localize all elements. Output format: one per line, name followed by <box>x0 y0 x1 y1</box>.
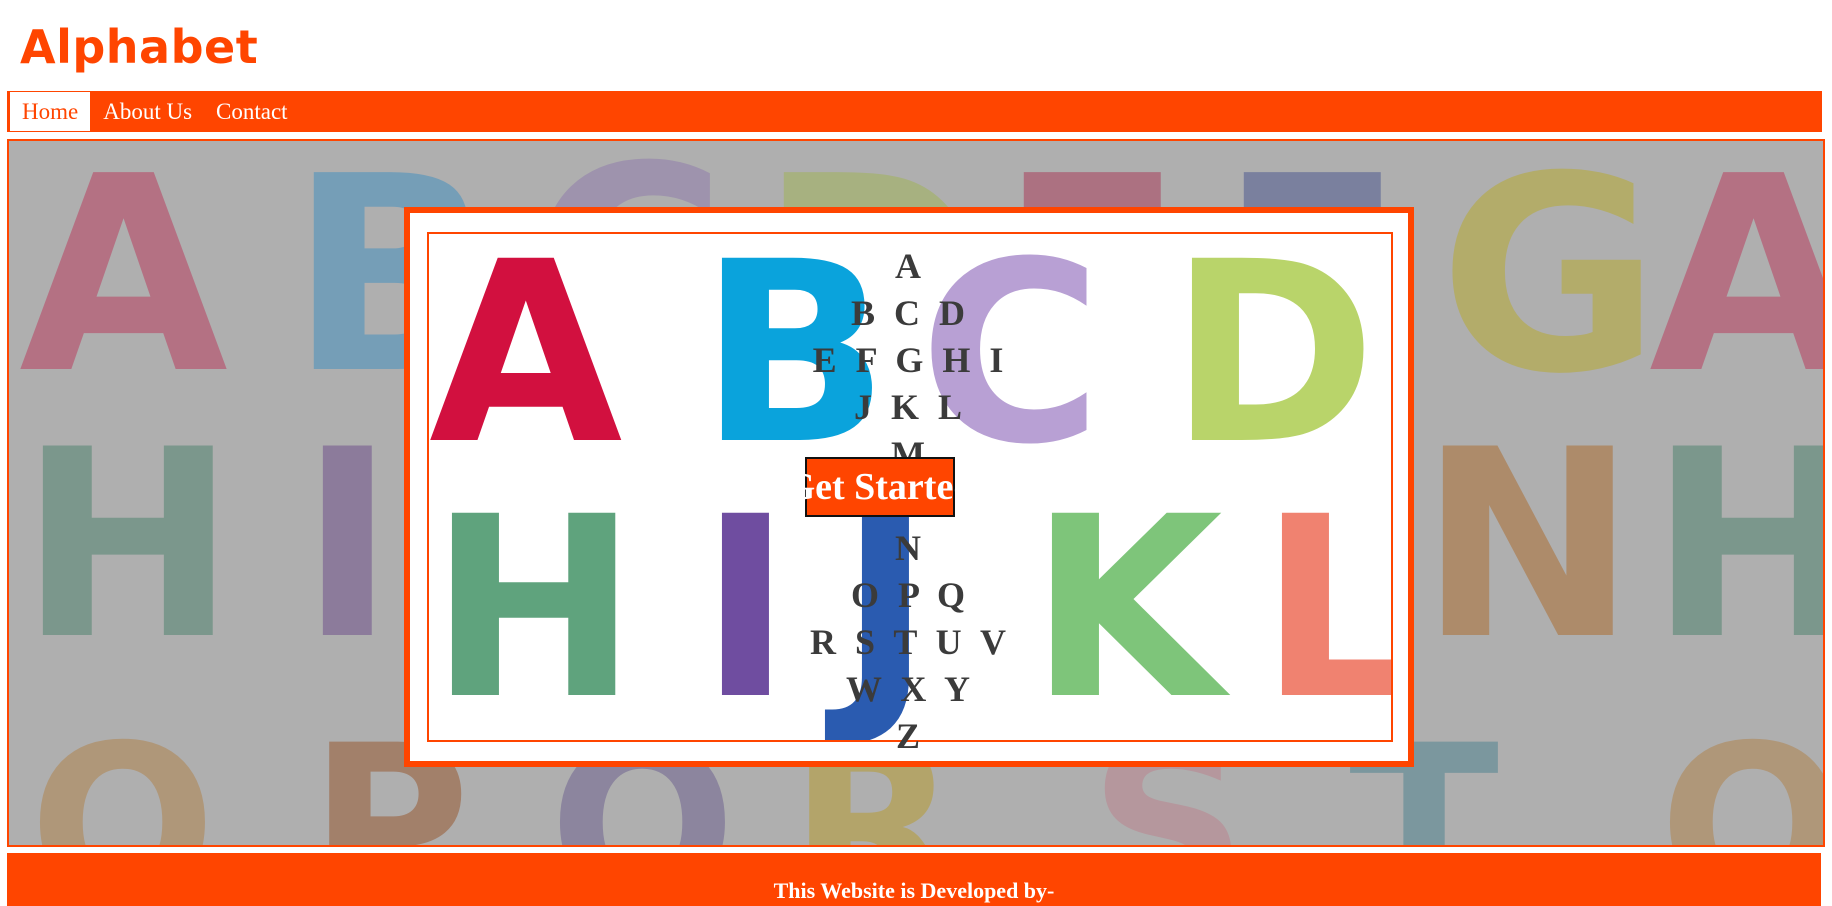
alphabet-row-4: J K L <box>853 387 964 427</box>
nav-contact[interactable]: Contact <box>204 92 300 131</box>
nav-home[interactable]: Home <box>9 91 92 132</box>
alphabet-row-9: W X Y <box>845 669 972 709</box>
footer: This Website is Developed by- <box>7 853 1821 906</box>
alphabet-row-8: R S T U V <box>809 622 1009 662</box>
footer-credit: This Website is Developed by- <box>773 878 1055 903</box>
get-started-button[interactable]: Get Started <box>786 457 974 517</box>
alphabet-row-6: N <box>895 528 923 568</box>
main-navbar: Home About Us Contact <box>7 91 1822 132</box>
alphabet-row-7: O P Q <box>850 575 967 615</box>
alphabet-row-10: Z <box>895 716 922 756</box>
alphabet-row-2: B C D <box>850 293 967 333</box>
alphabet-row-1: A <box>895 246 923 286</box>
site-title: Alphabet <box>20 20 259 74</box>
nav-about-us[interactable]: About Us <box>91 92 204 131</box>
alphabet-row-3: E F G H I <box>812 340 1006 380</box>
